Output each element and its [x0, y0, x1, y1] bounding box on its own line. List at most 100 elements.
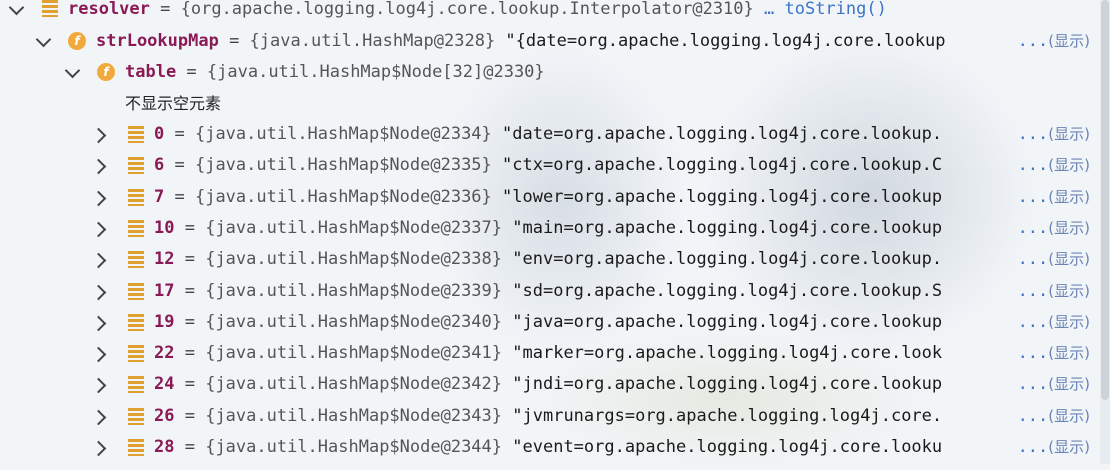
- show-more-link[interactable]: ...(显示): [1018, 307, 1090, 338]
- table-entry-row[interactable]: 10 = {java.util.HashMap$Node@2337} "main…: [0, 213, 1100, 244]
- table-entry-row[interactable]: 19 = {java.util.HashMap$Node@2340} "java…: [0, 307, 1100, 338]
- chevron-right-icon[interactable]: [90, 378, 107, 394]
- equals-sign: =: [174, 280, 206, 301]
- variable-name: table: [125, 62, 177, 82]
- show-more-link[interactable]: ...(显示): [1018, 150, 1090, 181]
- map-entry-icon: [128, 251, 144, 269]
- tree-row-table[interactable]: f table = {java.util.HashMap$Node[32]@23…: [0, 57, 1100, 88]
- entry-type: {java.util.HashMap$Node@2344}: [205, 437, 503, 457]
- ellipsis: ...: [1017, 186, 1049, 207]
- chevron-right-icon[interactable]: [90, 440, 107, 457]
- chevron-right-icon[interactable]: [90, 190, 107, 206]
- table-entry-row[interactable]: 12 = {java.util.HashMap$Node@2338} "env=…: [0, 244, 1100, 275]
- entry-value: "ctx=org.apache.logging.log4j.core.looku…: [502, 155, 943, 176]
- table-entry-row[interactable]: 7 = {java.util.HashMap$Node@2336} "lower…: [0, 182, 1100, 213]
- show-more-link[interactable]: ...(显示): [1018, 182, 1090, 213]
- tree-row-strlookupmap[interactable]: f strLookupMap = {java.util.HashMap@2328…: [0, 26, 1100, 57]
- chevron-down-icon[interactable]: [64, 62, 81, 79]
- chevron-right-icon[interactable]: [90, 315, 107, 332]
- ellipsis: ...: [1017, 437, 1049, 457]
- map-entry-icon: [128, 439, 144, 456]
- tree-row-hide-empty: 不显示空元素: [0, 88, 1100, 119]
- show-label: (显示): [1048, 375, 1090, 394]
- entry-value: "date=org.apache.logging.log4j.core.look…: [502, 124, 943, 144]
- field-entry-icon: [42, 0, 58, 17]
- show-more-link[interactable]: ...(显示): [1018, 401, 1090, 432]
- map-entry-icon: [128, 126, 144, 143]
- hide-empty-elements-label: 不显示空元素: [125, 94, 222, 113]
- show-label: (显示): [1048, 250, 1090, 269]
- show-more-link[interactable]: ...(显示): [1018, 119, 1090, 150]
- entry-type: {java.util.HashMap$Node@2335}: [194, 155, 492, 176]
- ellipsis: ...: [1017, 249, 1049, 270]
- entry-type: {java.util.HashMap$Node@2343}: [205, 405, 503, 426]
- ellipsis: ...: [1017, 405, 1049, 426]
- entry-type: {java.util.HashMap$Node@2334}: [194, 124, 492, 144]
- chevron-right-icon[interactable]: [90, 252, 107, 269]
- show-more-link[interactable]: ...(显示): [1018, 213, 1090, 244]
- entry-value: "main=org.apache.logging.log4j.core.look…: [512, 217, 943, 238]
- entry-index: 10: [154, 217, 175, 238]
- show-label: (显示): [1048, 281, 1090, 300]
- equals-sign: =: [174, 437, 206, 457]
- table-entry-row[interactable]: 0 = {java.util.HashMap$Node@2334} "date=…: [0, 119, 1100, 150]
- show-more-link[interactable]: ...(显示): [1018, 244, 1090, 275]
- chevron-right-icon[interactable]: [90, 284, 107, 300]
- table-entry-row[interactable]: 24 = {java.util.HashMap$Node@2342} "jndi…: [0, 369, 1100, 400]
- equals-sign: =: [174, 405, 206, 426]
- chevron-right-icon[interactable]: [90, 159, 107, 175]
- show-more-link[interactable]: ...(显示): [1018, 338, 1090, 369]
- ellipsis: ...: [1017, 31, 1049, 51]
- table-entry-row[interactable]: 26 = {java.util.HashMap$Node@2343} "jvmr…: [0, 401, 1100, 432]
- entry-value: "env=org.apache.logging.log4j.core.looku…: [512, 249, 943, 270]
- show-label: (显示): [1048, 187, 1090, 206]
- to-string-link[interactable]: … toString(): [764, 0, 887, 19]
- entry-index: 24: [154, 374, 175, 395]
- variable-name: resolver: [68, 0, 150, 19]
- equals-sign: =: [174, 374, 206, 395]
- table-entry-row[interactable]: 6 = {java.util.HashMap$Node@2335} "ctx=o…: [0, 150, 1100, 181]
- chevron-down-icon[interactable]: [8, 0, 25, 16]
- scrollbar-thumb[interactable]: [1101, 0, 1109, 400]
- show-more-link[interactable]: ...(显示): [1018, 432, 1090, 463]
- equals-sign: =: [176, 62, 207, 82]
- map-entry-icon: [128, 345, 144, 363]
- table-entry-row[interactable]: 17 = {java.util.HashMap$Node@2339} "sd=o…: [0, 276, 1100, 307]
- chevron-right-icon[interactable]: [90, 409, 107, 425]
- map-entry-icon: [128, 188, 144, 206]
- equals-sign: =: [164, 186, 195, 207]
- variable-type: {java.util.HashMap$Node[32]@2330}: [206, 62, 545, 82]
- ellipsis: ...: [1017, 155, 1049, 176]
- chevron-right-icon[interactable]: [90, 127, 107, 144]
- map-entry-icon: [128, 282, 144, 300]
- chevron-down-icon[interactable]: [35, 31, 52, 48]
- tree-row-resolver[interactable]: resolver = {org.apache.logging.log4j.cor…: [0, 0, 1100, 25]
- table-entry-row[interactable]: 28 = {java.util.HashMap$Node@2344} "even…: [0, 432, 1100, 463]
- entry-index: 17: [154, 280, 175, 301]
- chevron-right-icon[interactable]: [90, 346, 107, 363]
- entry-index: 22: [154, 343, 175, 364]
- entry-index: 12: [154, 249, 175, 270]
- field-icon: f: [97, 63, 115, 81]
- entry-value: "jvmrunargs=org.apache.logging.log4j.cor…: [512, 405, 943, 426]
- show-more-link[interactable]: ...(显示): [1018, 26, 1090, 57]
- ellipsis: ...: [1017, 343, 1049, 364]
- equals-sign: =: [174, 249, 206, 270]
- entry-type: {java.util.HashMap$Node@2342}: [205, 374, 503, 395]
- entry-type: {java.util.HashMap$Node@2339}: [205, 280, 503, 301]
- field-icon: f: [68, 32, 86, 50]
- show-label: (显示): [1048, 344, 1090, 363]
- chevron-right-icon[interactable]: [90, 221, 107, 238]
- map-entry-icon: [128, 219, 144, 237]
- show-label: (显示): [1048, 312, 1090, 331]
- vertical-scrollbar[interactable]: [1100, 0, 1110, 464]
- show-more-link[interactable]: ...(显示): [1018, 369, 1090, 400]
- equals-sign: =: [174, 217, 206, 238]
- entry-value: "sd=org.apache.logging.log4j.core.lookup…: [512, 280, 943, 301]
- map-entry-icon: [128, 313, 144, 331]
- table-entry-row[interactable]: 22 = {java.util.HashMap$Node@2341} "mark…: [0, 338, 1100, 369]
- ellipsis: ...: [1017, 374, 1049, 395]
- show-more-link[interactable]: ...(显示): [1018, 276, 1090, 307]
- entry-value: "event=org.apache.logging.log4j.core.loo…: [512, 437, 943, 457]
- ellipsis: ...: [1017, 124, 1049, 144]
